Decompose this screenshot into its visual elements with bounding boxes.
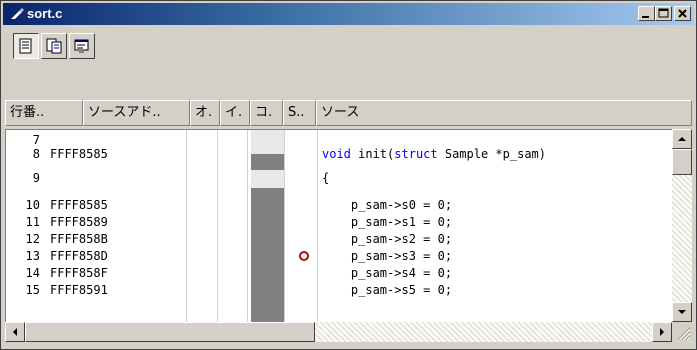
source-text: p_sam->s3 = 0; bbox=[322, 249, 453, 263]
source-text: { bbox=[322, 171, 330, 185]
resize-grip-icon bbox=[677, 327, 691, 341]
line-number: 7 bbox=[32, 133, 40, 147]
source-text: p_sam->s0 = 0; bbox=[322, 198, 453, 212]
source-text: p_sam->s4 = 0; bbox=[322, 266, 453, 280]
window-title: sort.c bbox=[27, 6, 63, 21]
source-text: p_sam->s2 = 0; bbox=[322, 232, 453, 246]
source-row[interactable]: 14 FFFF858F p_sam->s4 = 0; bbox=[6, 266, 672, 281]
scroll-right-button[interactable] bbox=[652, 322, 672, 342]
keyword: void bbox=[322, 147, 351, 161]
column-coverage[interactable]: コ. bbox=[250, 100, 283, 126]
vertical-scroll-thumb[interactable] bbox=[672, 149, 692, 175]
arrow-right-icon bbox=[660, 328, 664, 336]
column-o[interactable]: オ. bbox=[190, 100, 220, 126]
minimize-button[interactable] bbox=[638, 6, 655, 21]
source-window: sort.c 行番.. ソースアド.. オ. イ. コ. S.. ソース 7 8… bbox=[0, 0, 697, 350]
source-row[interactable]: 8 FFFF8585 void init(struct Sample *p_sa… bbox=[6, 147, 672, 162]
source-text: p_sam->s1 = 0; bbox=[322, 215, 453, 229]
arrow-left-icon bbox=[13, 328, 17, 336]
maximize-button[interactable] bbox=[655, 6, 672, 21]
column-i[interactable]: イ. bbox=[220, 100, 250, 126]
source-address: FFFF8591 bbox=[50, 283, 108, 297]
source-listing[interactable]: 7 8 FFFF8585 void init(struct Sample *p_… bbox=[5, 129, 672, 322]
line-number: 15 bbox=[25, 283, 40, 297]
source-row[interactable]: 11 FFFF8589 p_sam->s1 = 0; bbox=[6, 215, 672, 230]
column-s[interactable]: S.. bbox=[283, 100, 316, 126]
close-icon bbox=[678, 9, 687, 18]
breakpoint-marker-icon[interactable] bbox=[299, 251, 309, 261]
horizontal-scroll-thumb[interactable] bbox=[25, 322, 315, 342]
mixed-view-icon bbox=[46, 38, 62, 54]
line-number: 8 bbox=[32, 147, 40, 161]
line-number: 11 bbox=[25, 215, 40, 229]
line-number: 12 bbox=[25, 232, 40, 246]
scroll-down-button[interactable] bbox=[672, 302, 692, 322]
column-line-number[interactable]: 行番.. bbox=[5, 100, 83, 126]
scroll-left-button[interactable] bbox=[5, 322, 25, 342]
source-row[interactable]: 12 FFFF858B p_sam->s2 = 0; bbox=[6, 232, 672, 247]
source-row[interactable]: 7 bbox=[6, 133, 672, 148]
source-view-icon bbox=[19, 38, 32, 54]
source-text: void init(struct Sample *p_sam) bbox=[322, 147, 546, 162]
source-row[interactable]: 10 FFFF8585 p_sam->s0 = 0; bbox=[6, 198, 672, 213]
source-file-icon bbox=[11, 8, 24, 19]
source-address: FFFF858D bbox=[50, 249, 108, 263]
maximize-icon bbox=[658, 8, 669, 18]
source-address: FFFF8585 bbox=[50, 147, 108, 161]
column-source[interactable]: ソース bbox=[316, 100, 692, 126]
source-view-button[interactable] bbox=[13, 33, 39, 59]
source-address: FFFF858F bbox=[50, 266, 108, 280]
source-address: FFFF8585 bbox=[50, 198, 108, 212]
column-source-address[interactable]: ソースアド.. bbox=[83, 100, 190, 126]
arrow-up-icon bbox=[678, 137, 686, 141]
mixed-view-button[interactable] bbox=[41, 33, 67, 59]
line-number: 14 bbox=[25, 266, 40, 280]
close-button[interactable] bbox=[674, 6, 691, 21]
arrow-down-icon bbox=[678, 310, 686, 314]
source-address: FFFF8589 bbox=[50, 215, 108, 229]
disassembly-view-button[interactable] bbox=[69, 33, 95, 59]
line-number: 9 bbox=[32, 171, 40, 185]
line-number: 10 bbox=[25, 198, 40, 212]
source-row[interactable]: 9 { bbox=[6, 171, 672, 186]
keyword: struct bbox=[394, 147, 438, 161]
vertical-scrollbar[interactable] bbox=[672, 129, 692, 322]
horizontal-scrollbar[interactable] bbox=[5, 322, 672, 342]
source-fragment: Sample *p_sam) bbox=[437, 147, 546, 161]
source-row[interactable]: 13 FFFF858D p_sam->s3 = 0; bbox=[6, 249, 672, 264]
line-number: 13 bbox=[25, 249, 40, 263]
source-fragment: init( bbox=[350, 147, 395, 161]
view-toolbar bbox=[13, 33, 141, 63]
column-header: 行番.. ソースアド.. オ. イ. コ. S.. ソース bbox=[5, 100, 692, 126]
resize-grip[interactable] bbox=[672, 322, 692, 342]
disassembly-view-icon bbox=[74, 39, 89, 53]
source-text: p_sam->s5 = 0; bbox=[322, 283, 453, 297]
title-bar[interactable]: sort.c bbox=[3, 3, 694, 25]
source-address: FFFF858B bbox=[50, 232, 108, 246]
scroll-up-button[interactable] bbox=[672, 129, 692, 149]
minimize-icon bbox=[642, 16, 649, 18]
source-row[interactable]: 15 FFFF8591 p_sam->s5 = 0; bbox=[6, 283, 672, 298]
